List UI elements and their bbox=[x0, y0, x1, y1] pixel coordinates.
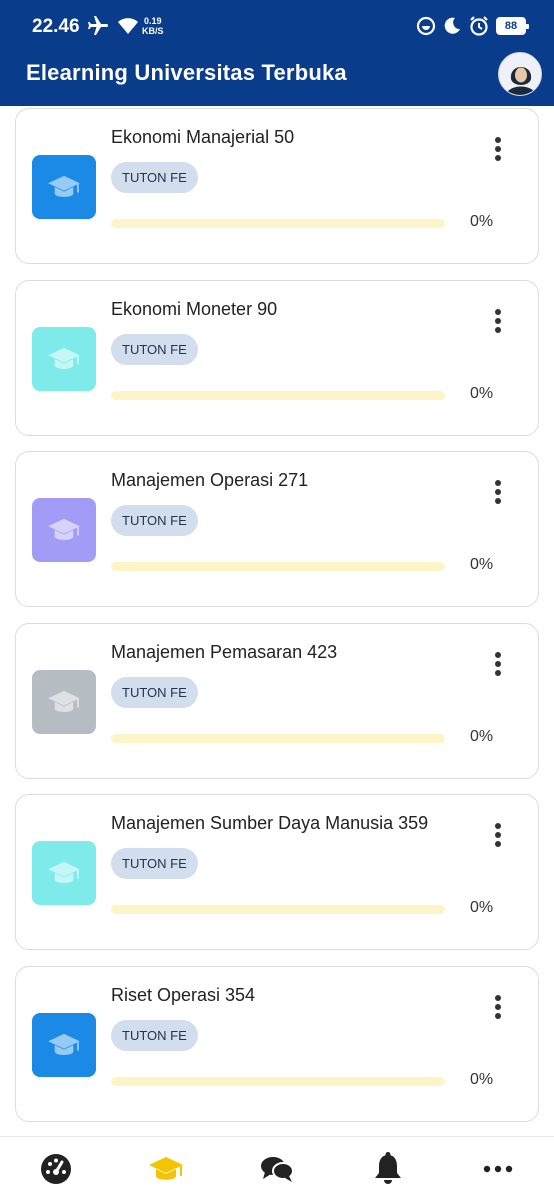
bell-icon bbox=[375, 1152, 401, 1184]
battery-indicator: 88 bbox=[496, 17, 529, 35]
course-category-badge: TUTON FE bbox=[111, 848, 198, 879]
course-progress-bar bbox=[111, 390, 445, 400]
course-card[interactable]: Riset Operasi 354 TUTON FE 0% bbox=[15, 965, 539, 1122]
course-progress-bar bbox=[111, 733, 445, 743]
course-title[interactable]: Riset Operasi 354 bbox=[111, 985, 255, 1006]
course-options-menu-icon[interactable] bbox=[486, 648, 510, 680]
status-icons: 88 bbox=[416, 15, 529, 37]
course-card[interactable]: Ekonomi Moneter 90 TUTON FE 0% bbox=[15, 279, 539, 436]
course-progress-label: 0% bbox=[470, 384, 494, 402]
app-header: 22.46 0.19 KB/S 88 Elearning Universitas… bbox=[0, 0, 554, 106]
bottom-navigation bbox=[0, 1136, 554, 1200]
course-title[interactable]: Ekonomi Manajerial 50 bbox=[111, 127, 294, 148]
course-thumbnail bbox=[32, 841, 96, 905]
nav-notifications[interactable] bbox=[368, 1151, 408, 1187]
course-thumbnail bbox=[32, 326, 96, 391]
course-category-badge: TUTON FE bbox=[111, 676, 198, 708]
course-progress-bar bbox=[111, 1076, 445, 1086]
nav-messages[interactable] bbox=[257, 1151, 297, 1187]
course-thumbnail bbox=[32, 498, 96, 562]
data-saver-icon bbox=[416, 16, 436, 36]
chat-bubbles-icon bbox=[261, 1157, 294, 1182]
graduation-cap-icon bbox=[48, 518, 80, 540]
course-options-menu-icon[interactable] bbox=[486, 476, 510, 508]
course-progress-label: 0% bbox=[470, 213, 494, 230]
status-bar: 22.46 0.19 KB/S 88 bbox=[0, 0, 554, 52]
dashboard-gauge-icon bbox=[41, 1154, 71, 1184]
network-speed-unit: KB/S bbox=[142, 26, 164, 36]
course-card[interactable]: Manajemen Sumber Daya Manusia 359 TUTON F… bbox=[15, 794, 539, 950]
course-progress-bar bbox=[111, 219, 445, 228]
course-progress-label: 0% bbox=[470, 899, 494, 916]
alarm-icon bbox=[470, 16, 488, 36]
course-title[interactable]: Manajemen Operasi 271 bbox=[111, 470, 308, 491]
course-category-badge: TUTON FE bbox=[111, 162, 198, 193]
course-options-menu-icon[interactable] bbox=[486, 133, 510, 165]
graduation-cap-icon bbox=[149, 1157, 183, 1180]
course-card[interactable]: Manajemen Operasi 271 TUTON FE 0% bbox=[15, 451, 539, 607]
nav-more[interactable] bbox=[478, 1151, 518, 1187]
course-card[interactable]: Ekonomi Manajerial 50 TUTON FE 0% bbox=[15, 108, 539, 264]
airplane-mode-icon bbox=[88, 16, 108, 35]
graduation-cap-icon bbox=[48, 690, 80, 712]
course-card[interactable]: Manajemen Pemasaran 423 TUTON FE 0% bbox=[15, 622, 539, 779]
course-progress-bar bbox=[111, 905, 445, 914]
nav-dashboard[interactable] bbox=[36, 1151, 76, 1187]
course-thumbnail bbox=[32, 1012, 96, 1077]
course-progress-label: 0% bbox=[470, 1070, 494, 1088]
nav-my-courses[interactable] bbox=[146, 1151, 186, 1187]
course-options-menu-icon[interactable] bbox=[486, 305, 510, 337]
battery-level: 88 bbox=[504, 20, 518, 32]
page-title: Elearning Universitas Terbuka bbox=[26, 60, 347, 85]
course-options-menu-icon[interactable] bbox=[486, 991, 510, 1023]
graduation-cap-icon bbox=[48, 175, 80, 197]
course-thumbnail bbox=[32, 669, 96, 734]
graduation-cap-icon bbox=[48, 347, 80, 369]
course-title[interactable]: Manajemen Pemasaran 423 bbox=[111, 642, 337, 663]
course-progress-label: 0% bbox=[470, 727, 494, 745]
wifi-icon bbox=[118, 18, 138, 34]
graduation-cap-icon bbox=[48, 861, 80, 883]
more-horizontal-icon bbox=[483, 1165, 513, 1173]
graduation-cap-icon bbox=[48, 1033, 80, 1055]
do-not-disturb-moon-icon bbox=[444, 17, 460, 34]
avatar[interactable] bbox=[498, 52, 542, 96]
course-category-badge: TUTON FE bbox=[111, 333, 198, 365]
network-speed: 0.19 KB/S bbox=[142, 16, 164, 36]
status-time: 22.46 bbox=[32, 16, 80, 37]
course-category-badge: TUTON FE bbox=[111, 1019, 198, 1051]
course-options-menu-icon[interactable] bbox=[486, 819, 510, 851]
course-list[interactable]: Ekonomi Manajerial 50 TUTON FE 0% Ekonomi M… bbox=[0, 106, 554, 1136]
course-category-badge: TUTON FE bbox=[111, 505, 198, 536]
profile-photo-icon bbox=[499, 53, 541, 95]
course-progress-bar bbox=[111, 562, 445, 571]
course-progress-label: 0% bbox=[470, 556, 494, 573]
course-title[interactable]: Ekonomi Moneter 90 bbox=[111, 299, 277, 320]
course-title[interactable]: Manajemen Sumber Daya Manusia 359 bbox=[111, 813, 428, 834]
network-speed-value: 0.19 bbox=[143, 16, 162, 26]
course-thumbnail bbox=[32, 155, 96, 219]
